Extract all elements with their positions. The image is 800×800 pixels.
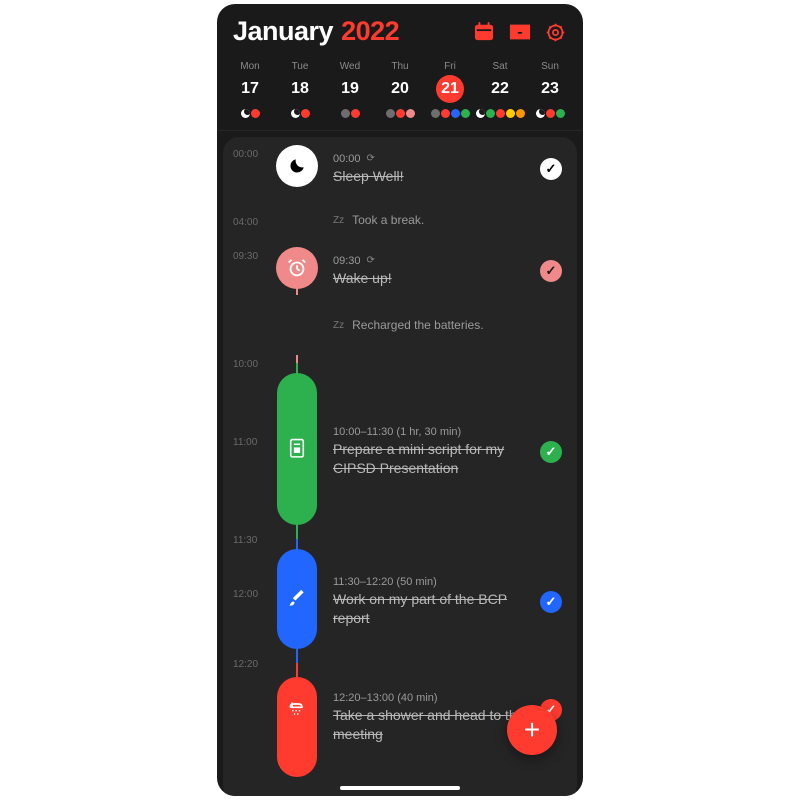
settings-icon[interactable] (545, 22, 567, 42)
event-time: 11:30–12:20 (50 min) (333, 576, 531, 588)
header-actions (473, 22, 567, 42)
title-group[interactable]: January 2022 (233, 16, 399, 47)
break-row: Zz Recharged the batteries. (223, 295, 577, 355)
add-button[interactable]: + (507, 705, 557, 755)
gutter-time: 00:00 (233, 145, 273, 193)
day-fri[interactable]: Fri 21 (425, 59, 475, 120)
sleep-zz-icon: Zz (333, 320, 344, 331)
event-time: 09:30⟳ (333, 255, 531, 267)
doc-icon (277, 373, 317, 525)
time-marker: 10:00 (223, 355, 577, 373)
event-bcp[interactable]: 12:00 11:30–12:20 (50 min) Work on my pa… (223, 549, 577, 655)
event-title: Take a shower and head to the meeting (333, 706, 531, 744)
calendar-icon[interactable] (473, 22, 495, 42)
day-thu[interactable]: Thu 20 (375, 59, 425, 120)
check-icon[interactable]: ✓ (540, 260, 562, 282)
day-tue[interactable]: Tue 18 (275, 59, 325, 120)
day-sat[interactable]: Sat 22 (475, 59, 525, 120)
month-label: January (233, 16, 333, 47)
check-icon[interactable]: ✓ (540, 441, 562, 463)
gutter-time: 11:00 (233, 373, 273, 531)
gutter-time: 10:00 (233, 355, 273, 373)
alarm-icon (276, 247, 318, 289)
check-icon[interactable]: ✓ (540, 591, 562, 613)
event-prepare[interactable]: 11:00 10:00–11:30 (1 hr, 30 min) Prepare… (223, 373, 577, 531)
event-wake[interactable]: 09:30 09:30⟳ Wake up! ✓ (223, 247, 577, 295)
event-title: Wake up! (333, 269, 531, 288)
gutter-time: 12:20 (233, 655, 273, 673)
gutter-time: 09:30 (233, 247, 273, 295)
repeat-icon: ⟳ (367, 255, 375, 266)
timeline[interactable]: 00:00 00:00⟳ Sleep Well! ✓ 04:00 Zz Took … (223, 137, 577, 796)
phone-frame: January 2022 Mon 17 Tue 18 Wed (217, 4, 583, 796)
break-text: Took a break. (352, 213, 424, 227)
plus-icon: + (524, 714, 540, 746)
day-sun[interactable]: Sun 23 (525, 59, 575, 120)
home-indicator[interactable] (340, 786, 460, 790)
gutter-time (233, 673, 273, 763)
break-text: Recharged the batteries. (352, 318, 483, 332)
brush-icon (277, 549, 317, 649)
time-marker: 12:20 (223, 655, 577, 673)
event-time: 10:00–11:30 (1 hr, 30 min) (333, 426, 531, 438)
time-marker: 11:30 (223, 531, 577, 549)
repeat-icon: ⟳ (367, 153, 375, 164)
shower-icon (277, 677, 317, 777)
sleep-zz-icon: Zz (333, 215, 344, 226)
event-time: 12:20–13:00 (40 min) (333, 692, 531, 704)
gutter-time: 11:30 (233, 531, 273, 549)
moon-icon (276, 145, 318, 187)
day-wed[interactable]: Wed 19 (325, 59, 375, 120)
gutter-time: 12:00 (233, 549, 273, 655)
event-title: Prepare a mini script for my CIPSD Prese… (333, 440, 531, 478)
event-title: Work on my part of the BCP report (333, 590, 531, 628)
week-row: Mon 17 Tue 18 Wed 19 Thu 20 Fri 21 Sat 2… (217, 55, 583, 131)
gutter-time (233, 323, 273, 327)
event-sleep[interactable]: 00:00 00:00⟳ Sleep Well! ✓ (223, 145, 577, 193)
header: January 2022 (217, 4, 583, 55)
break-row: 04:00 Zz Took a break. (223, 193, 577, 247)
check-icon[interactable]: ✓ (540, 158, 562, 180)
event-time: 00:00⟳ (333, 153, 531, 165)
gutter-time: 04:00 (233, 213, 273, 228)
inbox-icon[interactable] (509, 22, 531, 42)
day-mon[interactable]: Mon 17 (225, 59, 275, 120)
year-label: 2022 (341, 16, 399, 47)
event-title: Sleep Well! (333, 167, 531, 186)
